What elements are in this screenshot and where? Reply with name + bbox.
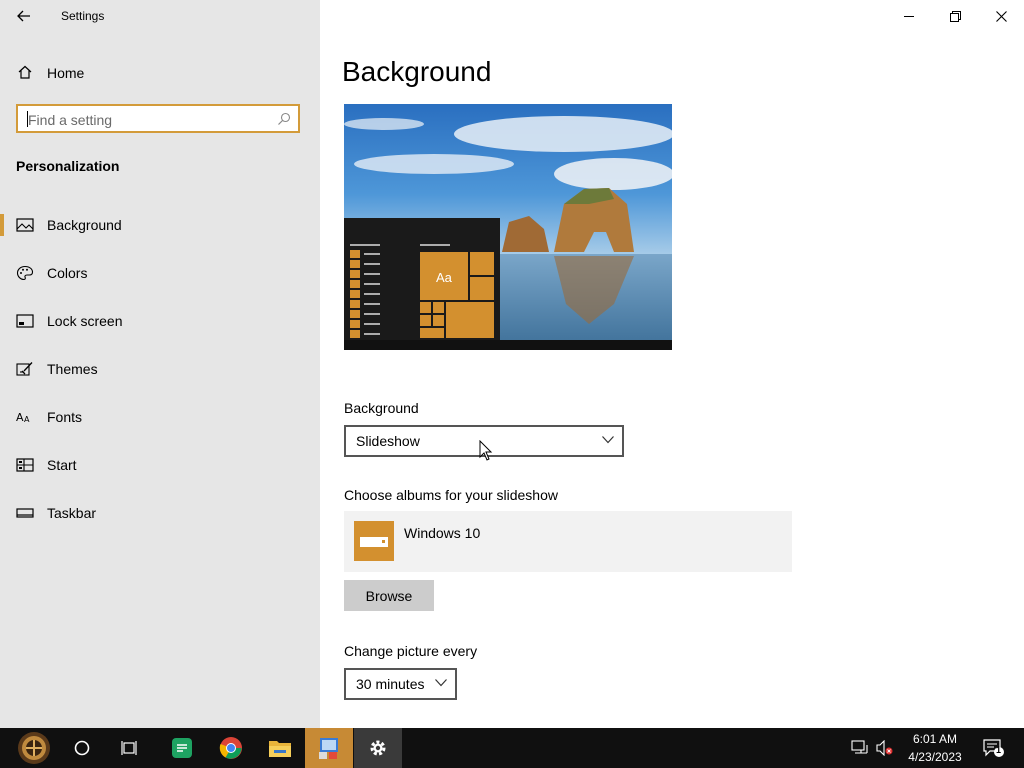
cortana-icon	[74, 740, 90, 756]
task-view-button[interactable]	[106, 728, 154, 768]
home-icon	[18, 65, 32, 79]
task-view-icon	[121, 741, 137, 755]
window-title: Settings	[61, 9, 105, 23]
nav-home-label: Home	[47, 65, 85, 81]
clock-date: 4/23/2023	[908, 750, 962, 764]
mouse-cursor-icon	[479, 440, 493, 461]
search-input[interactable]	[26, 110, 270, 130]
search-icon[interactable]	[277, 112, 291, 126]
preview-tile-text: Aa	[436, 270, 452, 285]
interval-label: Change picture every	[344, 643, 478, 659]
sidebar-item-start[interactable]: Start	[0, 445, 320, 485]
start-icon	[16, 458, 34, 472]
album-item[interactable]: Windows 10	[344, 511, 792, 572]
control-panel-icon	[319, 738, 338, 759]
sheets-app-button[interactable]	[158, 728, 206, 768]
notification-count: 1	[996, 745, 1002, 755]
chevron-down-icon	[435, 679, 447, 687]
minimize-button[interactable]	[886, 0, 932, 32]
cortana-button[interactable]	[58, 728, 106, 768]
volume-button[interactable]	[876, 739, 894, 757]
taskbar: 6:01 AM 4/23/2023 1	[0, 728, 1024, 768]
albums-label: Choose albums for your slideshow	[344, 487, 558, 503]
settings-app-button[interactable]	[354, 728, 402, 768]
sidebar-item-label: Background	[47, 217, 122, 233]
file-explorer-icon	[269, 741, 291, 757]
control-panel-button[interactable]	[305, 728, 353, 768]
background-preview: Aa	[344, 104, 672, 350]
sidebar-item-colors[interactable]: Colors	[0, 253, 320, 293]
section-heading: Personalization	[16, 158, 120, 174]
svg-text:A: A	[16, 411, 24, 424]
sidebar-item-label: Lock screen	[47, 313, 123, 329]
background-dropdown-value: Slideshow	[356, 433, 420, 449]
restore-button[interactable]	[932, 0, 978, 32]
network-icon	[851, 740, 868, 754]
sheets-icon	[172, 738, 192, 758]
file-explorer-button[interactable]	[256, 728, 304, 768]
action-center-button[interactable]: 1	[982, 738, 1006, 758]
sidebar-item-label: Themes	[47, 361, 98, 377]
start-button[interactable]	[10, 728, 58, 768]
interval-dropdown[interactable]: 30 minutes	[344, 668, 457, 700]
preview-image	[344, 104, 672, 350]
close-button[interactable]	[978, 0, 1024, 32]
clock-time: 6:01 AM	[912, 732, 958, 746]
lock-screen-icon	[16, 314, 34, 328]
sidebar-item-background[interactable]: Background	[0, 205, 320, 245]
search-box[interactable]	[16, 104, 300, 133]
notification-icon	[983, 739, 1004, 757]
picture-icon	[16, 218, 34, 232]
taskbar-icon	[16, 508, 34, 518]
back-button[interactable]	[8, 2, 40, 30]
text-caret	[27, 111, 28, 127]
sidebar-item-taskbar[interactable]: Taskbar	[0, 493, 320, 533]
album-name: Windows 10	[404, 525, 481, 541]
chevron-down-icon	[602, 436, 614, 444]
sidebar-item-label: Taskbar	[47, 505, 97, 521]
album-folder-icon	[354, 521, 394, 561]
sidebar-item-label: Start	[47, 457, 77, 473]
restore-icon	[949, 10, 961, 22]
sidebar-item-label: Colors	[47, 265, 88, 281]
sidebar-item-lock-screen[interactable]: Lock screen	[0, 301, 320, 341]
volume-muted-icon	[876, 739, 893, 757]
sidebar-item-themes[interactable]: Themes	[0, 349, 320, 389]
palette-icon	[16, 265, 34, 281]
back-arrow-icon	[17, 10, 30, 22]
interval-dropdown-value: 30 minutes	[356, 676, 425, 692]
network-button[interactable]	[851, 740, 869, 756]
chrome-app-button[interactable]	[207, 728, 255, 768]
sidebar: Settings Home Personalization Background…	[0, 0, 320, 728]
album-folder-icon-dot	[382, 540, 385, 543]
selection-indicator	[0, 214, 4, 236]
fonts-icon: AA	[16, 411, 30, 424]
close-icon	[995, 10, 1007, 22]
start-icon	[18, 732, 50, 764]
sidebar-item-label: Fonts	[47, 409, 83, 425]
sidebar-item-fonts[interactable]: AA Fonts	[0, 397, 320, 437]
nav-home[interactable]: Home	[0, 58, 320, 88]
page-title: Background	[342, 56, 492, 87]
clock[interactable]: 6:01 AM 4/23/2023	[900, 730, 970, 766]
background-label: Background	[344, 400, 419, 416]
browse-button[interactable]: Browse	[344, 580, 434, 611]
settings-icon	[370, 740, 386, 756]
svg-text:A: A	[24, 415, 30, 424]
minimize-icon	[903, 15, 914, 17]
chrome-icon	[219, 737, 242, 759]
themes-brush-icon	[16, 362, 33, 376]
